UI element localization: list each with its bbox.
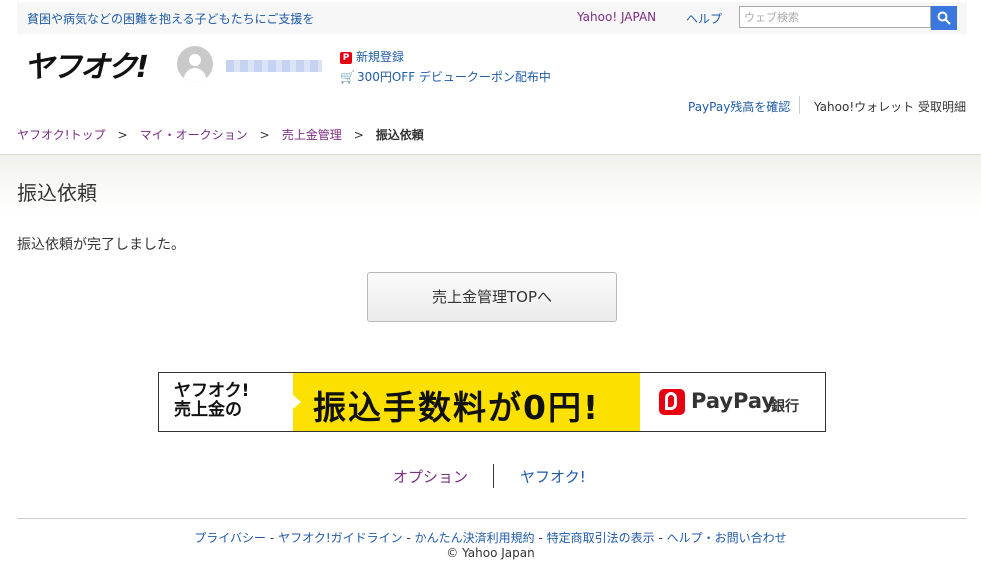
bank-label: 銀行 xyxy=(771,399,799,415)
paypay-logo-icon xyxy=(659,389,685,415)
breadcrumb-my-auction[interactable]: マイ・オークション xyxy=(140,128,248,142)
footer-separator: - xyxy=(406,531,411,545)
footer-separator: - xyxy=(269,531,275,545)
footer-separator: - xyxy=(658,531,663,545)
help-link[interactable]: ヘルプ xyxy=(686,10,722,27)
search-icon xyxy=(937,11,951,25)
footer-privacy-link[interactable]: プライバシー xyxy=(194,531,266,545)
avatar-head-shape xyxy=(189,54,201,66)
breadcrumb-separator: > xyxy=(353,128,364,142)
register-link[interactable]: P 新規登録 xyxy=(340,48,404,65)
sales-management-top-button[interactable]: 売上金管理TOPへ xyxy=(367,272,617,322)
paypay-icon: P xyxy=(340,51,352,64)
footer-divider xyxy=(17,518,967,519)
breadcrumb-yafuoku-top[interactable]: ヤフオク!トップ xyxy=(17,128,106,142)
breadcrumb-separator: > xyxy=(117,128,128,142)
yafuoku-logo[interactable]: ヤフオク! xyxy=(24,42,149,86)
banner-left-text: ヤフオク! 売上金の xyxy=(174,382,249,420)
web-search-input[interactable] xyxy=(739,6,931,28)
footer-guideline-link[interactable]: ヤフオク!ガイドライン xyxy=(278,531,403,545)
yahoo-japan-link[interactable]: Yahoo! JAPAN xyxy=(577,10,656,24)
banner-main-text: 振込手数料が0円! xyxy=(313,388,601,427)
option-link[interactable]: オプション xyxy=(393,466,468,487)
register-label: 新規登録 xyxy=(356,50,405,64)
search-button[interactable] xyxy=(931,6,957,30)
breadcrumb: ヤフオク!トップ > マイ・オークション > 売上金管理 > 振込依頼 xyxy=(17,126,424,143)
paypay-brand: PayPay xyxy=(691,389,776,413)
paypay-bank-banner[interactable]: ヤフオク! 売上金の 振込手数料が0円! PayPay 銀行 xyxy=(158,372,826,432)
footer-help-contact-link[interactable]: ヘルプ・お問い合わせ xyxy=(667,531,787,545)
util-divider xyxy=(799,96,800,114)
wallet-receipt-link[interactable]: Yahoo!ウォレット 受取明細 xyxy=(814,98,966,115)
title-band: 振込依頼 xyxy=(0,154,981,213)
coupon-label: 300円OFF デビュークーポン配布中 xyxy=(356,70,551,84)
cart-icon: 🛒 xyxy=(340,70,355,84)
breadcrumb-separator: > xyxy=(259,128,270,142)
footer-commercial-law-link[interactable]: 特定商取引法の表示 xyxy=(547,531,655,545)
avatar[interactable] xyxy=(177,46,213,82)
paypay-balance-link[interactable]: PayPay残高を確認 xyxy=(688,98,790,115)
banner-left-line2: 売上金の xyxy=(174,400,242,420)
banner-arrow-notch xyxy=(293,395,301,409)
yafuoku-link[interactable]: ヤフオク! xyxy=(520,466,586,487)
links-divider xyxy=(493,464,494,488)
completion-message: 振込依頼が完了しました。 xyxy=(17,237,185,253)
charity-promo-link[interactable]: 貧困や病気などの困難を抱える子どもたちにご支援を xyxy=(27,10,314,27)
banner-left-line1: ヤフオク! xyxy=(174,381,250,401)
top-bar: 貧困や病気などの困難を抱える子どもたちにご支援を Yahoo! JAPAN ヘル… xyxy=(17,2,967,34)
page-title: 振込依頼 xyxy=(17,181,97,205)
paypay-p-shape xyxy=(665,392,677,410)
blurred-username xyxy=(226,60,322,72)
debut-coupon-link[interactable]: 🛒 300円OFF デビュークーポン配布中 xyxy=(340,68,551,85)
footer-separator: - xyxy=(538,531,543,545)
breadcrumb-current: 振込依頼 xyxy=(375,128,424,142)
footer-payment-terms-link[interactable]: かんたん決済利用規約 xyxy=(415,531,535,545)
copyright: © Yahoo Japan xyxy=(446,546,535,560)
footer-links: プライバシー - ヤフオク!ガイドライン - かんたん決済利用規約 - 特定商取… xyxy=(0,529,981,546)
avatar-body-shape xyxy=(184,68,206,82)
breadcrumb-sales-management[interactable]: 売上金管理 xyxy=(282,128,342,142)
